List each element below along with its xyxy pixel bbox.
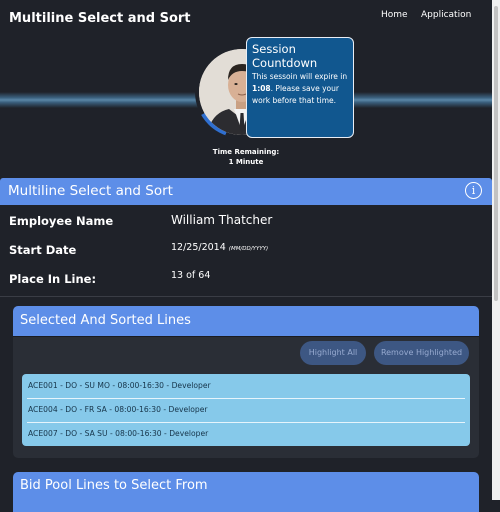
start-date-label: Start Date [9, 243, 77, 257]
section-divider [0, 296, 492, 297]
countdown-text-before: This sessoin will expire in [252, 72, 348, 81]
selected-lines-list: ACE001 - DO - SU MO - 08:00-16:30 - Deve… [22, 374, 470, 446]
page-header: Multiline Select and Sort i [0, 178, 492, 205]
top-navbar: Multiline Select and Sort Home Applicati… [0, 0, 492, 40]
nav-application-link[interactable]: Application [421, 10, 471, 20]
bid-pool-title: Bid Pool Lines to Select From [20, 478, 208, 493]
time-remaining-value: 1 Minute [228, 158, 264, 166]
bid-pool-panel: Bid Pool Lines to Select From [13, 472, 479, 512]
countdown-time: 1:08 [252, 84, 271, 93]
selected-lines-title: Selected And Sorted Lines [20, 313, 191, 328]
info-icon[interactable]: i [465, 182, 482, 199]
start-date: 12/25/2014 (MM/DD/YYYY) [171, 242, 268, 253]
start-date-format: (MM/DD/YYYY) [228, 246, 269, 252]
highlight-all-button[interactable]: Highlight All [300, 341, 366, 365]
time-remaining: Time Remaining: 1 Minute [206, 147, 286, 167]
place-in-line-label: Place In Line: [9, 272, 97, 286]
panel-divider [13, 336, 479, 337]
scrollbar-thumb[interactable] [494, 6, 498, 301]
nav-home-link[interactable]: Home [381, 10, 408, 20]
session-countdown-popup: Session Countdown This sessoin will expi… [246, 37, 354, 138]
place-in-line-value: 13 of 64 [171, 270, 211, 281]
time-remaining-label: Time Remaining: [212, 148, 280, 156]
countdown-title: Session Countdown [252, 42, 318, 70]
countdown-message: This sessoin will expire in 1:08. Please… [252, 71, 348, 107]
list-item[interactable]: ACE007 - DO - SA SU - 08:00-16:30 - Deve… [22, 422, 470, 446]
list-item[interactable]: ACE004 - DO - FR SA - 08:00-16:30 - Deve… [22, 398, 470, 422]
employee-name-label: Employee Name [9, 214, 114, 228]
remove-highlighted-button[interactable]: Remove Highlighted [374, 341, 469, 365]
selected-lines-header: Selected And Sorted Lines [13, 306, 479, 336]
start-date-value: 12/25/2014 [171, 242, 226, 253]
list-item[interactable]: ACE001 - DO - SU MO - 08:00-16:30 - Deve… [22, 374, 470, 398]
app-title: Multiline Select and Sort [9, 11, 191, 26]
page-title: Multiline Select and Sort [8, 183, 173, 199]
employee-name-value: William Thatcher [171, 213, 273, 227]
